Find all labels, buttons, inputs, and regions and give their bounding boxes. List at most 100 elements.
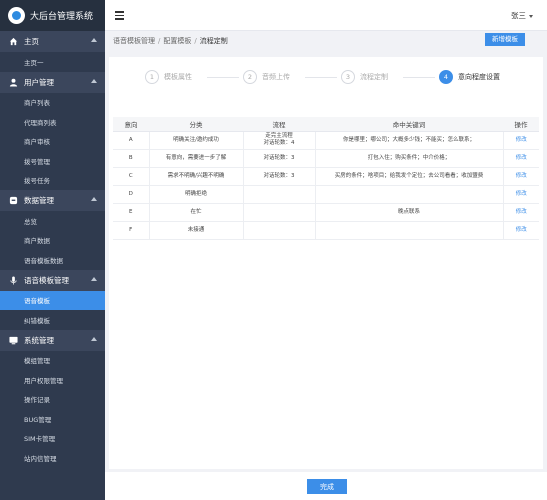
sidebar-item[interactable]: 纠错模板 [0,310,105,330]
column-header: 操作 [503,117,539,132]
table-row: B 有意向，需要进一步了解 对话轮数：3 打包入住；购买条件；中介价格； 修改 [113,149,539,168]
sidebar-item[interactable]: 商户列表 [0,92,105,112]
sidebar-group-2[interactable]: 数据管理 [0,190,105,211]
sidebar-item[interactable]: SIM卡管理 [0,428,105,448]
step-4: 4 意向程度设置 [439,69,500,85]
step-label: 音频上传 [262,73,290,81]
chevron-up-icon [91,38,97,42]
keywords-cell: 你是哪里；哪公司；大概多少钱；不能买；怎么联系； [315,131,504,150]
data-icon [9,196,18,205]
edit-link[interactable]: 修改 [503,149,539,168]
step-label: 模板属性 [164,73,192,81]
table-row: E 在忙 晚点联系 修改 [113,203,539,222]
category-cell: 有意向，需要进一步了解 [149,149,244,168]
column-header: 分类 [149,117,243,132]
step-number: 2 [243,70,257,84]
edit-link[interactable]: 修改 [503,203,539,222]
breadcrumb-item[interactable]: 语音模板管理 [113,37,155,45]
flow-cell: 走完主流程 对话轮数：4 [243,131,316,150]
category-cell: 在忙 [149,203,244,222]
intent-cell: A [113,131,150,150]
intent-cell: D [113,185,150,204]
flow-cell: 对话轮数：3 [243,149,316,168]
intent-table: 意向 分类 流程 命中关键词 操作 A 明确关注/邀约成功 走完主流程 对话轮数：4… [113,117,539,240]
logo-icon [8,7,25,24]
sidebar-item[interactable]: 总览 [0,211,105,231]
app-logo[interactable]: 大后台管理系统 [0,0,105,31]
keywords-cell [315,185,504,204]
flow-cell: 对话轮数：3 [243,167,316,186]
sidebar-group-0[interactable]: 主页 [0,31,105,52]
sidebar-item[interactable]: 拨号管理 [0,151,105,171]
sidebar-menu: 主页主页一用户管理商户列表 代理商列表 商户审核 拨号管理 拨号任务数据管理总览 商户数据… [0,31,105,468]
user-name: 张三 [511,11,526,20]
edit-link[interactable]: 修改 [503,185,539,204]
intent-cell: E [113,203,150,222]
footer-bar: 完成 [105,472,547,500]
sidebar-group-3[interactable]: 语音模板管理 [0,269,105,291]
category-cell: 需求不明确/兴趣不明确 [149,167,244,186]
step-3: 3 流程定制 [341,69,388,85]
chevron-up-icon [91,197,97,201]
sidebar-item[interactable]: 商户数据 [0,230,105,250]
step-connector [207,77,239,78]
sidebar-item[interactable]: 操作记录 [0,389,105,409]
edit-link[interactable]: 修改 [503,167,539,186]
sidebar-item[interactable]: 商户审核 [0,131,105,151]
intent-cell: F [113,221,150,240]
sidebar-group-label: 用户管理 [24,77,54,87]
top-header: 张三 [105,0,547,31]
table-row: D 明确拒绝 修改 [113,185,539,204]
breadcrumb-item[interactable]: 配置模板 [163,37,191,45]
sidebar-item[interactable]: BUG管理 [0,409,105,429]
sidebar-item[interactable]: 主页一 [0,52,105,72]
breadcrumb-bar: 语音模板管理 / 配置模板 / 流程定制 新增模板 [105,31,547,49]
edit-link[interactable]: 修改 [503,131,539,150]
step-number: 1 [145,70,159,84]
sidebar-group-label: 主页 [24,37,39,46]
sidebar-group-label: 系统管理 [24,335,54,345]
done-button[interactable]: 完成 [307,479,347,494]
system-icon [9,336,18,345]
sidebar-group-label: 语音模板管理 [24,275,69,285]
chevron-up-icon [91,78,97,83]
keywords-cell: 买房的条件；啥项目；给我发个定位；去公司看看；收加盟费 [315,167,504,186]
sidebar-group-1[interactable]: 用户管理 [0,71,105,93]
step-2: 2 音频上传 [243,69,290,85]
step-progress: 1 模板属性 2 音频上传 3 流程定制 4 意向程度设置 [145,69,515,85]
sidebar: 大后台管理系统 主页主页一用户管理商户列表 代理商列表 商户审核 拨号管理 拨号任务数据… [0,0,105,500]
chevron-up-icon [91,276,97,281]
category-cell: 明确拒绝 [149,185,244,204]
sidebar-item[interactable]: 代理商列表 [0,112,105,132]
intent-cell: C [113,167,150,186]
column-header: 命中关键词 [315,117,503,132]
breadcrumb: 语音模板管理 / 配置模板 / 流程定制 [113,37,228,45]
main-card: 1 模板属性 2 音频上传 3 流程定制 4 意向程度设置 意向 分类 流程 命中关键词 操作… [109,57,543,469]
step-number: 3 [341,70,355,84]
step-label: 意向程度设置 [458,73,500,81]
category-cell: 明确关注/邀约成功 [149,131,244,150]
sidebar-item[interactable]: 站内信管理 [0,448,105,468]
microphone-icon [9,275,18,285]
user-icon [9,78,18,87]
flow-cell [243,185,316,204]
category-cell: 未接通 [149,221,244,240]
sidebar-group-label: 数据管理 [24,196,54,205]
step-connector [305,77,337,78]
chevron-down-icon [529,14,533,18]
column-header: 意向 [113,117,149,132]
add-template-button[interactable]: 新增模板 [485,33,525,46]
sidebar-item[interactable]: 语音模板数据 [0,250,105,270]
sidebar-item[interactable]: 模组管理 [0,350,105,370]
sidebar-item[interactable]: 拨号任务 [0,170,105,190]
table-row: F 未接通 修改 [113,221,539,240]
table-row: C 需求不明确/兴趣不明确 对话轮数：3 买房的条件；啥项目；给我发个定位；去公司看看… [113,167,539,186]
sidebar-group-4[interactable]: 系统管理 [0,329,105,351]
table-row: A 明确关注/邀约成功 走完主流程 对话轮数：4 你是哪里；哪公司；大概多少钱；不能买… [113,131,539,150]
flow-cell [243,203,316,222]
user-menu[interactable]: 张三 [511,10,533,21]
edit-link[interactable]: 修改 [503,221,539,240]
sidebar-item[interactable]: 用户权限管理 [0,370,105,390]
sidebar-item[interactable]: 语音模板 [0,290,105,310]
menu-toggle-icon[interactable] [115,11,124,20]
